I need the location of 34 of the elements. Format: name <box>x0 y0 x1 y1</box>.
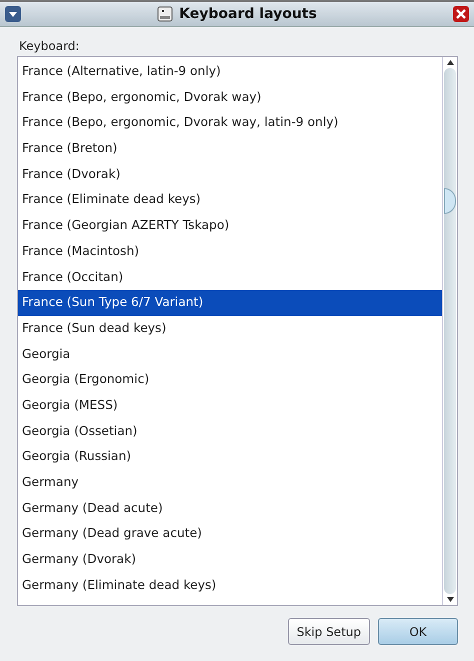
layout-item[interactable]: France (Sun Type 6/7 Variant) <box>18 290 442 316</box>
scroll-up-icon[interactable] <box>446 60 454 65</box>
window-icon <box>157 6 174 22</box>
layout-item[interactable]: France (Georgian AZERTY Tskapo) <box>18 213 442 239</box>
layout-item[interactable]: Germany <box>18 470 442 496</box>
layout-item[interactable]: France (Dvorak) <box>18 162 442 188</box>
layout-item[interactable]: Germany (Dvorak) <box>18 547 442 573</box>
window-menu-button[interactable] <box>5 6 21 22</box>
close-button[interactable] <box>453 6 469 22</box>
caret-icon <box>8 10 18 18</box>
layout-item[interactable]: France (Bepo, ergonomic, Dvorak way) <box>18 84 442 110</box>
keyboard-label: Keyboard: <box>19 39 80 53</box>
layout-item[interactable]: France (Sun dead keys) <box>18 316 442 342</box>
layout-item[interactable]: Germany (Dead acute) <box>18 496 442 522</box>
layout-item[interactable]: France (Occitan) <box>18 264 442 290</box>
scrollbar[interactable] <box>442 57 457 605</box>
layout-item[interactable]: France (Alternative, latin-9 only) <box>18 59 442 85</box>
dialog-button[interactable]: OK <box>378 618 458 645</box>
window-title: Keyboard layouts <box>179 6 317 22</box>
layout-item[interactable]: Georgia (MESS) <box>18 392 442 419</box>
layout-item[interactable]: Georgia (Ergonomic) <box>18 367 442 393</box>
layout-item[interactable]: France (Macintosh) <box>18 238 442 264</box>
layout-item[interactable]: Germany (Eliminate dead keys) <box>18 572 442 598</box>
layout-item[interactable]: Georgia (Russian) <box>18 444 442 470</box>
layout-item[interactable]: Germany (Dead grave acute) <box>18 521 442 548</box>
dialog-button[interactable]: Skip Setup <box>288 618 370 645</box>
layout-item[interactable]: France (Eliminate dead keys) <box>18 187 442 214</box>
layout-item[interactable]: France (Bepo, ergonomic, Dvorak way, latin-9 only) <box>18 110 442 136</box>
scroll-down-icon[interactable] <box>446 597 454 602</box>
close-icon <box>456 9 466 19</box>
layout-item[interactable]: Georgia <box>18 342 442 368</box>
scroll-thumb[interactable] <box>444 188 456 214</box>
layout-item[interactable]: Georgia (Ossetian) <box>18 418 442 444</box>
layout-item[interactable]: France (Breton) <box>18 136 442 162</box>
